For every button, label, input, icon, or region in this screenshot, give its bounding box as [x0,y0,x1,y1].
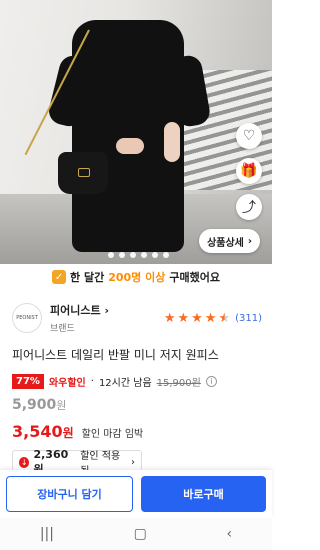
final-price-unit: 원 [62,426,74,440]
chevron-right-icon: › [100,304,109,317]
regular-price-value: 5,900 [12,397,57,413]
system-nav-bar: ||| ▢ ‹ [0,518,272,550]
pager-dot[interactable] [141,252,147,258]
product-image[interactable]: ♡ 🎁 ⤴ 상품상세 › [0,0,272,264]
heart-icon[interactable]: ♡ [236,123,262,149]
star-icon: ★ [177,310,190,326]
half-star-icon: ★ [218,310,231,326]
share-icon[interactable]: ⤴ [236,194,262,220]
separator-dot: · [90,376,94,387]
pager-dot[interactable] [130,252,136,258]
regular-price-unit: 원 [56,399,67,412]
brand-row: PEONIST 피어니스트 › 브랜드 ★ ★ ★ ★ ★ (311) [12,300,262,336]
pager-dot[interactable] [163,252,169,258]
star-icon: ★ [163,310,176,326]
final-price-value: 3,540 [12,422,63,441]
time-left: 12시간 남음 [98,378,152,389]
product-detail-button[interactable]: 상품상세 › [199,229,260,253]
pager-dot[interactable] [152,252,158,258]
info-icon[interactable]: i [205,376,217,387]
purchase-promo: ✓ 한 달간 200명 이상 구매했어요 [0,264,272,290]
back-icon[interactable]: ‹ [227,526,233,542]
promo-suffix: 구매했어요 [169,271,220,284]
action-bar: 장바구니 담기 바로구매 [0,470,272,518]
arrow-down-icon: ↓ [19,456,30,468]
star-icon: ★ [191,310,203,326]
recent-apps-icon[interactable]: ||| [40,526,54,542]
pager-dot[interactable] [119,252,125,258]
sale-row: 77% 와우할인 · 12시간 남음 15,900원 i [12,374,217,389]
chevron-right-icon: › [131,456,135,468]
home-icon[interactable]: ▢ [134,526,147,542]
final-price: 3,540원 [12,422,74,441]
shopping-bag-icon: ✓ [52,270,67,284]
regular-price: 5,900원 [12,397,66,413]
sale-label: 와우할인 [48,378,86,389]
product-title: 피어니스트 데일리 반팔 미니 저지 원피스 [12,348,219,362]
image-pager[interactable] [108,252,169,258]
brand-info[interactable]: 피어니스트 › 브랜드 [50,302,109,334]
star-icon: ★ [204,310,217,326]
final-price-row: 3,540원 할인 마감 임박 [12,422,143,441]
pager-dot[interactable] [108,252,114,258]
model-dress [24,20,212,252]
brand-name[interactable]: 피어니스트 [50,304,101,317]
promo-prefix: 한 달간 [70,271,105,284]
deadline-text: 할인 마감 임박 [81,429,144,440]
brand-subtitle: 브랜드 [50,324,75,334]
buy-now-button[interactable]: 바로구매 [141,476,266,512]
chevron-right-icon: › [247,235,252,247]
gift-icon[interactable]: 🎁 [236,158,262,184]
promo-count: 200명 이상 [108,271,166,284]
discount-badge: 77% [12,374,44,389]
review-count[interactable]: (311) [235,313,262,324]
detail-button-label: 상품상세 [207,237,244,249]
original-price: 15,900원 [156,378,201,389]
rating[interactable]: ★ ★ ★ ★ ★ (311) [164,312,262,325]
add-to-cart-button[interactable]: 장바구니 담기 [6,476,133,512]
brand-logo[interactable]: PEONIST [12,303,42,333]
